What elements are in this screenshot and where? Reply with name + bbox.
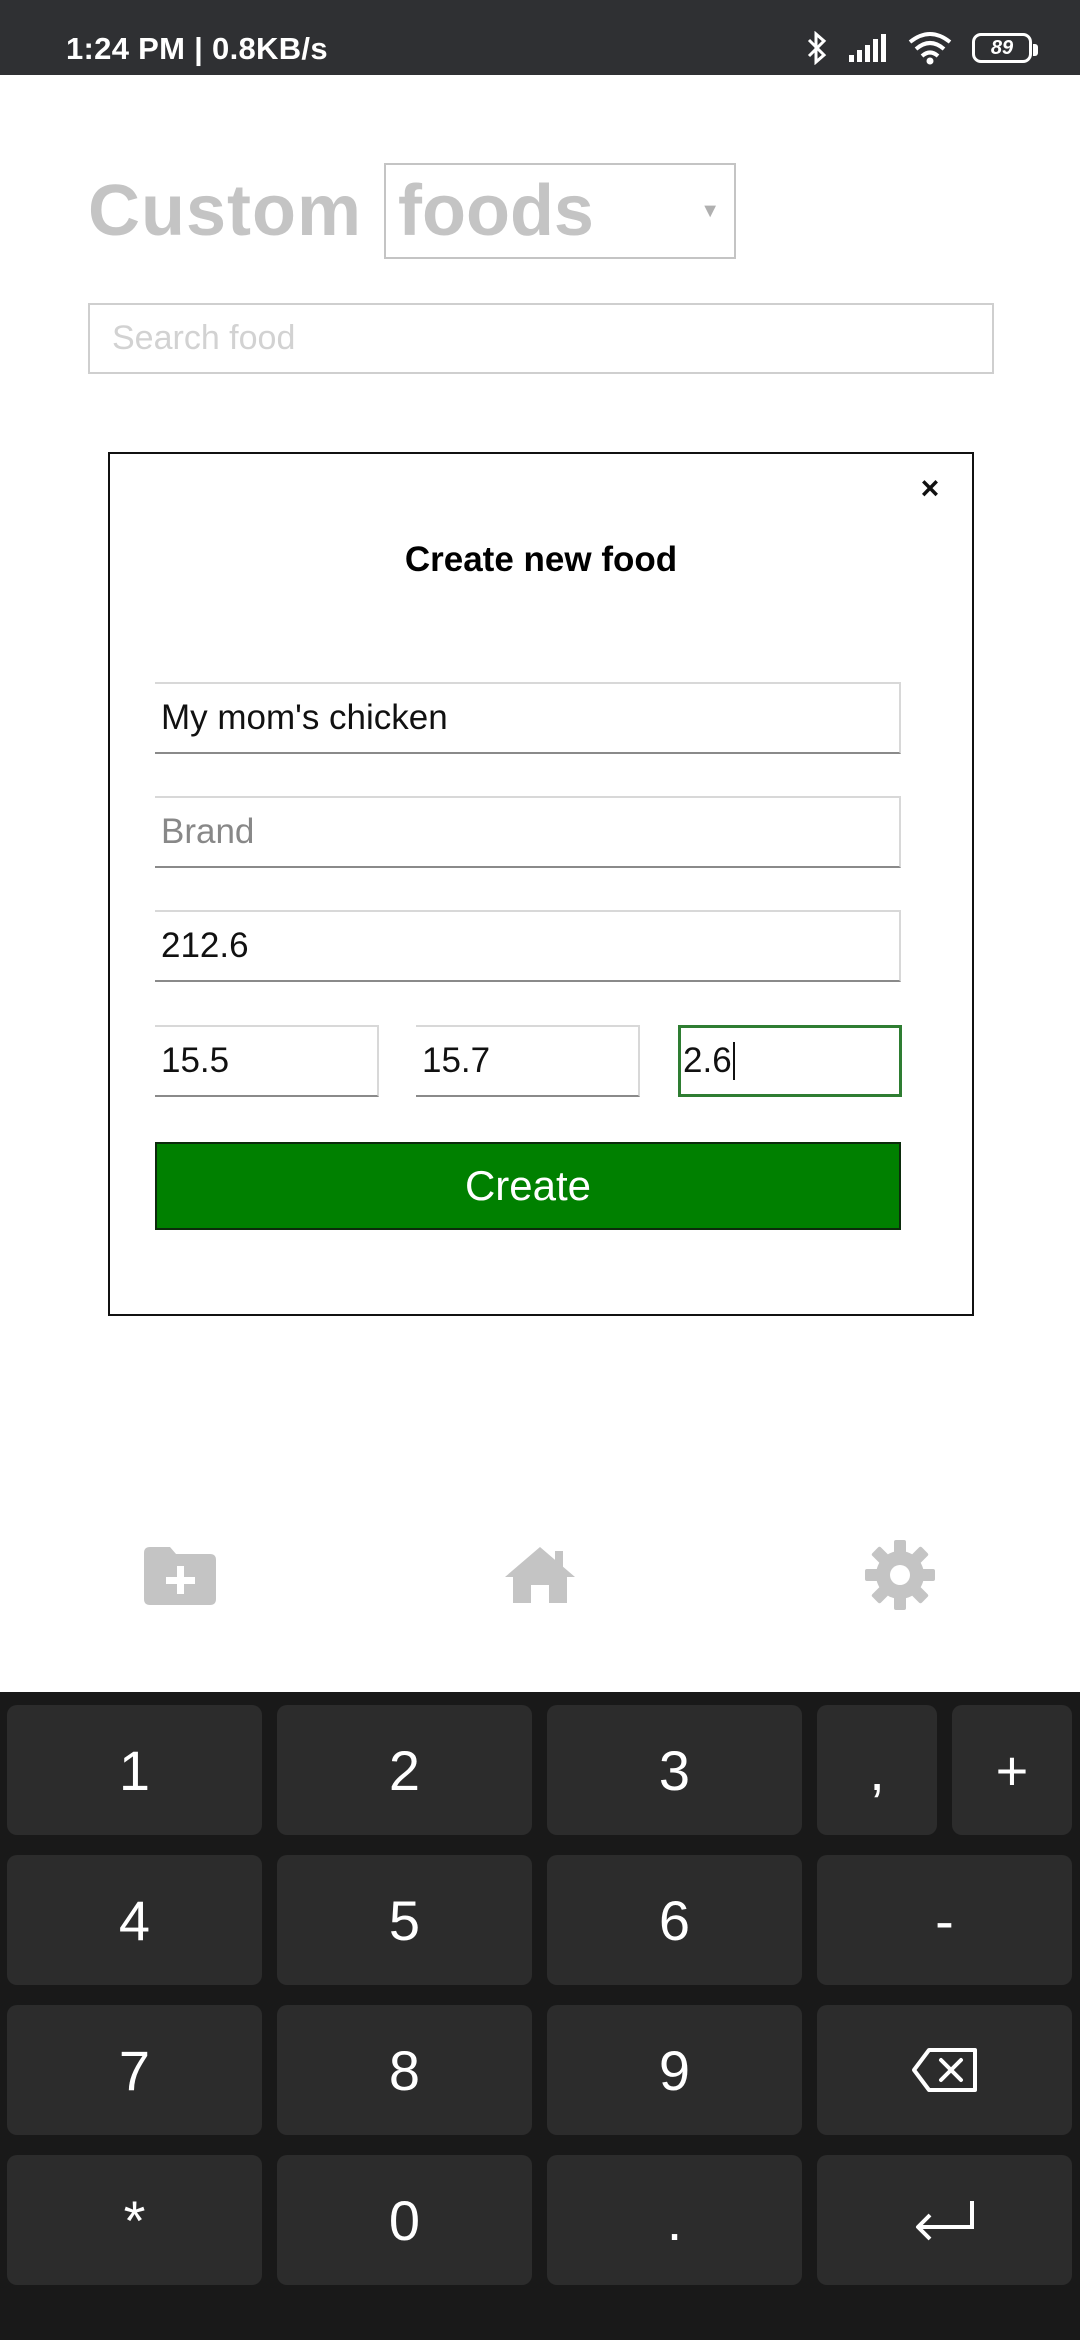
key-6[interactable]: 6 — [547, 1855, 802, 1985]
signal-icon — [848, 33, 888, 63]
key-minus[interactable]: - — [817, 1855, 1072, 1985]
key-plus[interactable]: + — [952, 1705, 1072, 1835]
status-time: 1:24 PM | 0.8KB/s — [66, 31, 328, 66]
backspace-key[interactable] — [817, 2005, 1072, 2135]
key-2[interactable]: 2 — [277, 1705, 532, 1835]
macro-input-3[interactable]: 2.6 — [678, 1025, 902, 1097]
enter-key[interactable] — [817, 2155, 1072, 2285]
close-icon[interactable]: × — [910, 468, 950, 508]
brand-placeholder: Brand — [161, 812, 255, 851]
backspace-icon — [911, 2048, 977, 2092]
macro-value-1: 15.5 — [161, 1041, 230, 1080]
search-placeholder: Search food — [112, 319, 296, 357]
key-period[interactable]: . — [547, 2155, 802, 2285]
add-folder-icon[interactable] — [135, 1530, 225, 1620]
create-food-dialog: × Create new food My mom's chicken Brand… — [108, 452, 974, 1316]
home-icon[interactable] — [495, 1530, 585, 1620]
key-comma[interactable]: , — [817, 1705, 937, 1835]
key-8[interactable]: 8 — [277, 2005, 532, 2135]
page-header: Custom foods ▼ — [88, 163, 736, 259]
enter-icon — [915, 2201, 974, 2241]
key-4[interactable]: 4 — [7, 1855, 262, 1985]
food-name-input[interactable]: My mom's chicken — [155, 682, 901, 754]
status-icons: 89 — [806, 26, 1038, 70]
macro-input-1[interactable]: 15.5 — [155, 1025, 379, 1097]
key-5[interactable]: 5 — [277, 1855, 532, 1985]
text-caret — [732, 1042, 735, 1080]
macro-input-2[interactable]: 15.7 — [416, 1025, 640, 1097]
search-input[interactable]: Search food — [88, 303, 994, 374]
battery-level: 89 — [990, 36, 1014, 59]
dialog-title: Create new food — [404, 540, 678, 579]
key-7[interactable]: 7 — [7, 2005, 262, 2135]
gear-icon[interactable] — [855, 1530, 945, 1620]
calories-input[interactable]: 212.6 — [155, 910, 901, 982]
key-9[interactable]: 9 — [547, 2005, 802, 2135]
key-asterisk[interactable]: * — [7, 2155, 262, 2285]
key-3[interactable]: 3 — [547, 1705, 802, 1835]
page-title: Custom — [88, 171, 362, 251]
battery-icon: 89 — [972, 33, 1038, 63]
macro-value-2: 15.7 — [422, 1041, 491, 1080]
calories-value: 212.6 — [161, 926, 249, 965]
brand-input[interactable]: Brand — [155, 796, 901, 868]
key-0[interactable]: 0 — [277, 2155, 532, 2285]
category-dropdown[interactable]: foods ▼ — [384, 163, 736, 259]
food-name-value: My mom's chicken — [161, 698, 448, 737]
key-1[interactable]: 1 — [7, 1705, 262, 1835]
category-value: foods — [398, 171, 594, 251]
create-button[interactable]: Create — [155, 1142, 901, 1230]
chevron-down-icon: ▼ — [700, 200, 720, 222]
numeric-keyboard: 1 2 3 , + 4 5 6 - 7 8 9 * 0 . — [0, 1692, 1080, 2340]
status-bar: 1:24 PM | 0.8KB/s 89 — [0, 0, 1080, 75]
macro-value-3: 2.6 — [683, 1041, 732, 1080]
wifi-icon — [908, 31, 952, 65]
bluetooth-icon — [806, 31, 828, 65]
bottom-nav — [0, 1530, 1080, 1620]
